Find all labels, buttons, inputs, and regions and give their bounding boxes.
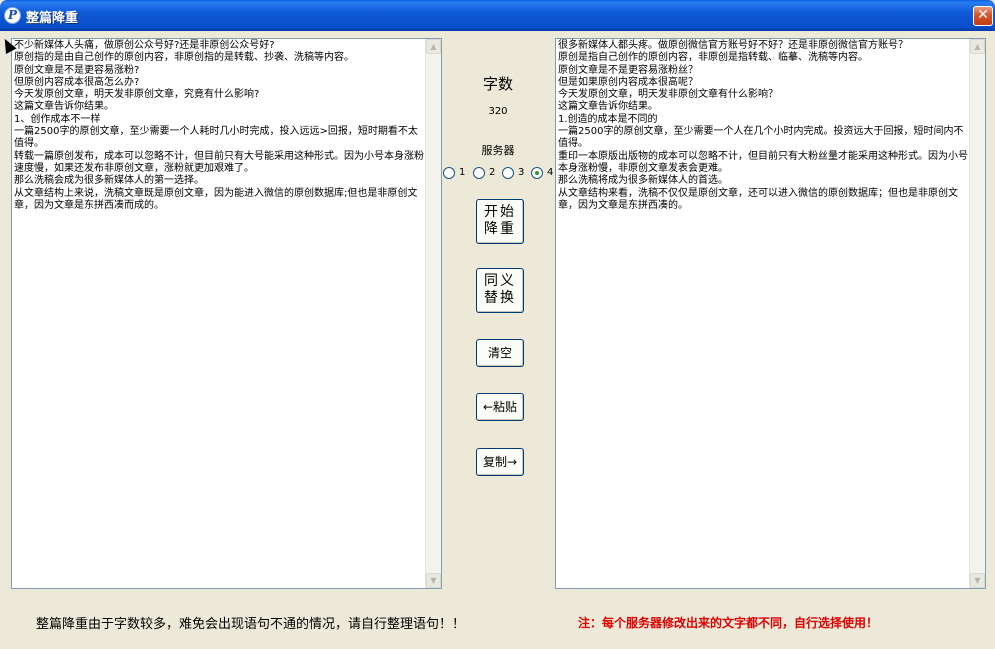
radio-selected-dot-icon: [535, 171, 539, 175]
word-count-value: 320: [488, 106, 508, 117]
word-count-label: 字数: [482, 75, 513, 93]
scroll-up-arrow-icon[interactable]: ▲: [970, 39, 985, 54]
copy-button[interactable]: 复制→: [476, 448, 524, 476]
window-title: 整篇降重: [26, 11, 79, 26]
result-text: 很多新媒体人都头疼。做原创微信官方账号好不好？还是非原创微信官方账号？ 原创是指…: [558, 40, 968, 211]
start-dedup-button[interactable]: 开始 降重: [476, 199, 524, 244]
server-radio-label: 1: [459, 167, 466, 178]
server-radio-group: 1 2 3 4: [443, 166, 555, 182]
paste-button[interactable]: ←粘贴: [476, 393, 524, 421]
scroll-up-arrow-icon[interactable]: ▲: [426, 39, 441, 54]
app-logo-icon: P: [4, 7, 21, 24]
result-text-area[interactable]: 很多新媒体人都头疼。做原创微信官方账号好不好？还是非原创微信官方账号？ 原创是指…: [555, 38, 986, 589]
source-scrollbar[interactable]: ▲ ▼: [425, 39, 441, 588]
server-radio-label: 3: [518, 167, 525, 178]
title-bar[interactable]: P 整篇降重 ✕: [0, 0, 995, 31]
synonym-replace-button[interactable]: 同义 替换: [476, 268, 524, 313]
server-radio-label: 4: [547, 167, 554, 178]
scroll-down-arrow-icon[interactable]: ▼: [426, 573, 441, 588]
footer-note: 整篇降重由于字数较多，难免会出现语句不通的情况，请自行整理语句！！: [36, 617, 466, 632]
source-text-area[interactable]: 不少新媒体人头痛，做原创公众号好?还是非原创公众号好? 原创指的是由自己创作的原…: [11, 38, 442, 589]
scroll-down-arrow-icon[interactable]: ▼: [970, 573, 985, 588]
close-button[interactable]: ✕: [973, 6, 993, 26]
footer-warning: 注：每个服务器修改出来的文字都不同，自行选择使用！: [578, 616, 879, 630]
result-scrollbar[interactable]: ▲ ▼: [969, 39, 985, 588]
source-text: 不少新媒体人头痛，做原创公众号好?还是非原创公众号好? 原创指的是由自己创作的原…: [14, 40, 424, 211]
clear-button[interactable]: 清空: [476, 339, 524, 367]
server-radio-label: 2: [489, 167, 496, 178]
server-label: 服务器: [481, 144, 515, 157]
